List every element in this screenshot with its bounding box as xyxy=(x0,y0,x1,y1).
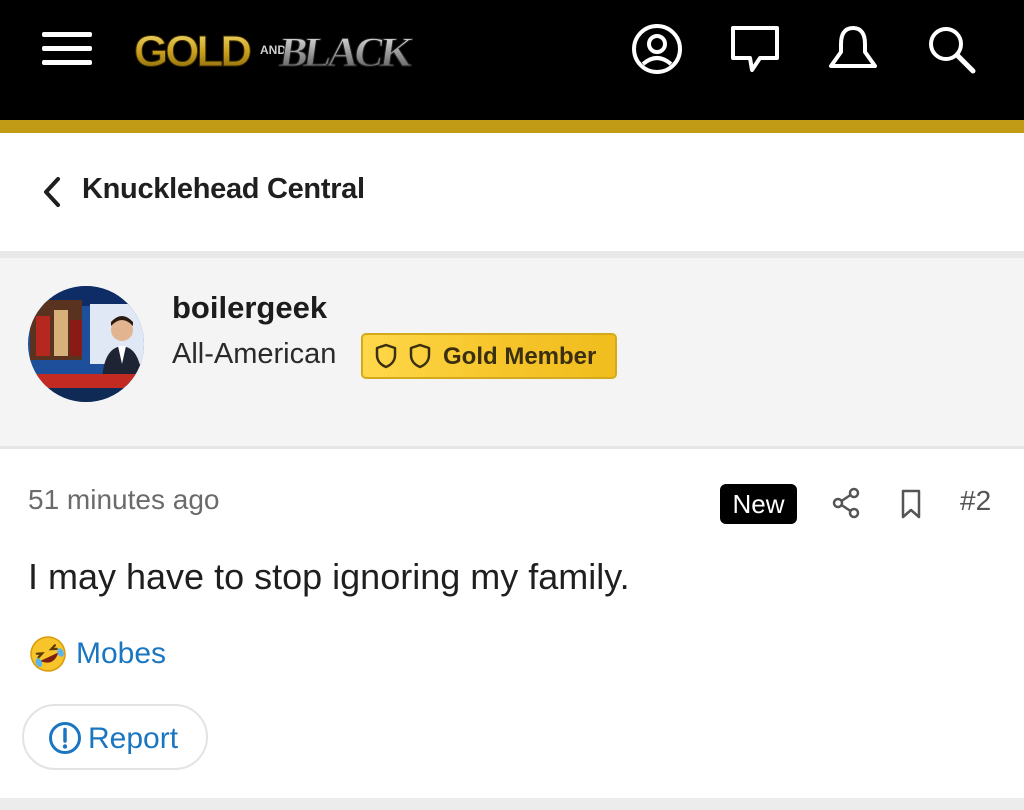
messages-icon[interactable] xyxy=(728,22,782,76)
post-body: I may have to stop ignoring my family. xyxy=(28,556,630,597)
top-navigation-bar: GOLD AND BLACK xyxy=(0,0,1024,120)
divider xyxy=(0,798,1024,810)
report-label[interactable]: Report xyxy=(88,722,178,756)
post-number[interactable]: #2 xyxy=(960,485,991,517)
breadcrumb[interactable]: Knucklehead Central xyxy=(0,133,1024,251)
divider xyxy=(0,446,1024,449)
avatar[interactable] xyxy=(28,286,144,402)
share-icon[interactable] xyxy=(830,486,862,520)
new-badge: New xyxy=(720,484,797,524)
alerts-icon[interactable] xyxy=(826,22,880,76)
account-icon[interactable] xyxy=(630,22,684,76)
site-logo[interactable]: GOLD AND BLACK xyxy=(132,24,450,77)
username[interactable]: boilergeek xyxy=(172,290,327,326)
alert-circle-icon xyxy=(49,722,81,754)
svg-text:GOLD: GOLD xyxy=(134,27,250,76)
gold-member-badge: Gold Member xyxy=(361,333,617,379)
chevron-left-icon[interactable] xyxy=(38,175,68,209)
badge-label: Gold Member xyxy=(443,343,597,370)
shield-icon xyxy=(375,343,397,369)
bookmark-icon[interactable] xyxy=(898,488,924,520)
post-timestamp[interactable]: 51 minutes ago xyxy=(28,484,219,516)
breadcrumb-label[interactable]: Knucklehead Central xyxy=(82,173,365,206)
svg-text:BLACK: BLACK xyxy=(277,29,417,76)
divider xyxy=(0,251,1024,258)
search-icon[interactable] xyxy=(924,22,978,76)
menu-icon[interactable] xyxy=(40,28,96,70)
rofl-emoji-icon xyxy=(30,636,66,672)
user-title: All-American xyxy=(172,338,337,370)
reaction-user-link[interactable]: Mobes xyxy=(76,637,166,671)
accent-strip xyxy=(0,120,1024,133)
shield-icon xyxy=(409,343,431,369)
report-button[interactable]: Report xyxy=(22,704,208,770)
